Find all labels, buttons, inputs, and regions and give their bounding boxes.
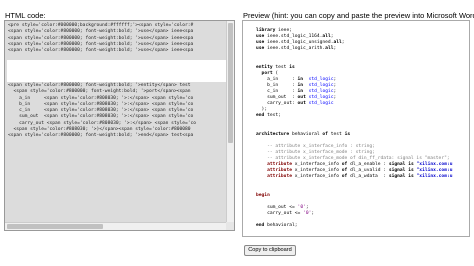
preview-code: library ieee; use ieee.std_logic_1164.al… — [256, 28, 453, 229]
code-line: sum_out <span style='color:#808030; '>:<… — [8, 114, 194, 120]
horizontal-scrollbar[interactable] — [5, 222, 226, 230]
scroll-corner — [226, 222, 234, 230]
html-code-lines-top: <pre style='color:#000000;background:#ff… — [7, 23, 193, 54]
preview-label: Preview (hint: you can copy and paste th… — [243, 11, 474, 20]
copy-to-clipboard-button[interactable]: Copy to clipboard — [244, 245, 296, 256]
code-line: a_in <span style='color:#808030; '>:</sp… — [8, 95, 194, 101]
vertical-scrollbar[interactable] — [226, 21, 234, 222]
code-line: <span style='color:#800000; font-weight:… — [8, 133, 194, 139]
preview-line: end behavioral; — [256, 223, 298, 228]
html-code-label: HTML code: — [5, 11, 46, 20]
horizontal-scrollbar-thumb[interactable] — [7, 224, 103, 229]
vertical-scrollbar-thumb[interactable] — [228, 23, 233, 143]
code-blank-lines — [7, 60, 228, 82]
code-line: <span style='color:#800000; font-weight:… — [8, 48, 194, 54]
html-code-lines-mid: <span style='color:#800000; font-weight:… — [7, 83, 196, 140]
code-line: <span style='color:#800000; font-weight:… — [8, 89, 191, 95]
preview-panel: library ieee; use ieee.std_logic_1164.al… — [242, 20, 470, 237]
html-code-textarea[interactable]: <pre style='color:#000000;background:#ff… — [4, 20, 235, 231]
preview-line: attribute x_interface_info of dl_a_wdata… — [267, 174, 453, 180]
code-line: <span style='color:#800000; font-weight:… — [8, 35, 194, 41]
code-line: <span style='color:#800000; font-weight:… — [8, 29, 194, 35]
